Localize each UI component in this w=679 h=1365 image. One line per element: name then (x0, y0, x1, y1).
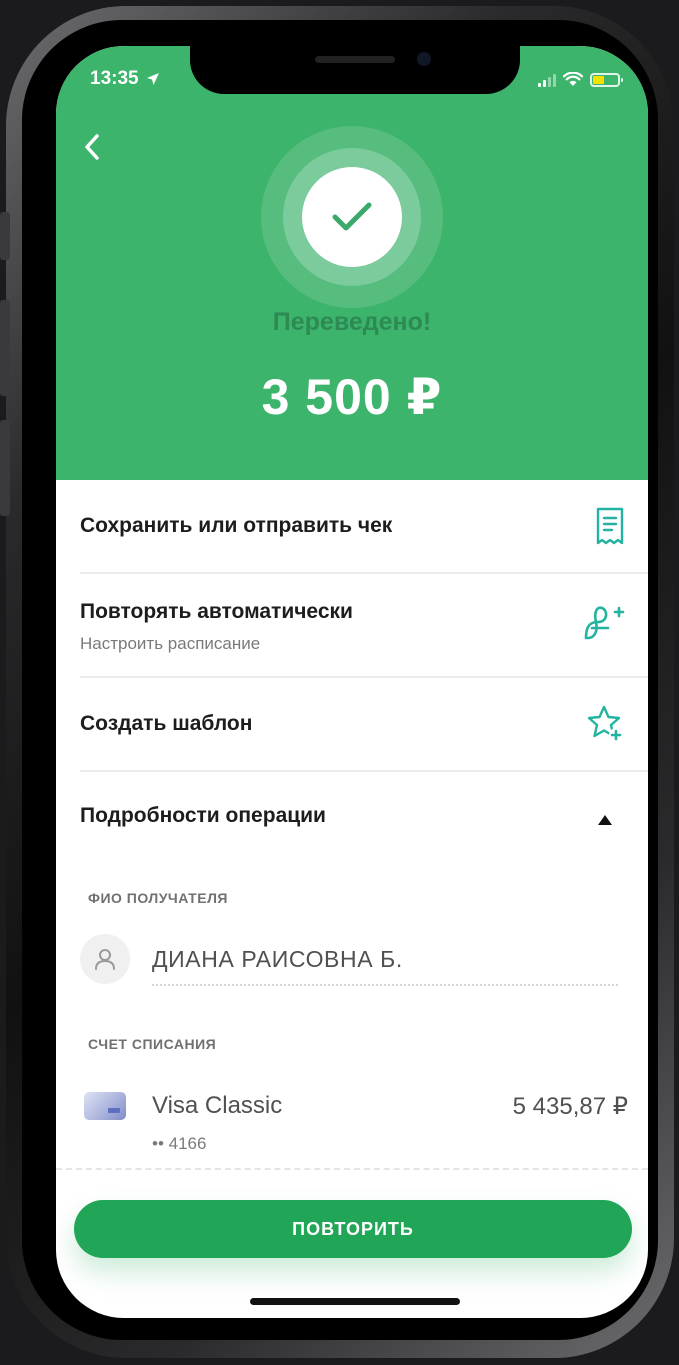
side-button-volume-up (0, 300, 10, 396)
create-template-row[interactable]: Создать шаблон (80, 678, 648, 772)
star-plus-icon (586, 704, 626, 749)
triangle-up-icon (598, 815, 612, 825)
wifi-icon (563, 72, 583, 86)
card-number: •• 4166 (152, 1134, 207, 1153)
recipient-divider (152, 984, 618, 986)
status-time: 13:35 (90, 68, 160, 90)
action-title: Сохранить или отправить чек (80, 514, 393, 537)
battery-level-fill (593, 75, 604, 84)
success-badge-ring (283, 148, 421, 286)
chevron-left-icon (85, 134, 99, 160)
back-button[interactable] (78, 132, 108, 162)
notch-speaker (315, 56, 395, 63)
save-or-send-receipt-row[interactable]: Сохранить или отправить чек (80, 480, 648, 574)
success-badge (261, 126, 443, 308)
action-title: Повторять автоматически (80, 600, 353, 623)
cellular-signal-icon (538, 73, 556, 87)
status-indicators (538, 72, 623, 87)
app-screen: 13:35 Переведено! 3 500 ₽ Сохранить или … (56, 46, 648, 1318)
details-bottom-divider (56, 1168, 648, 1170)
transfer-amount: 3 500 ₽ (261, 369, 443, 425)
repeat-transfer-button[interactable]: ПОВТОРИТЬ (74, 1200, 632, 1258)
device-notch (190, 46, 520, 94)
debit-account-label: СЧЕТ СПИСАНИЯ (88, 1036, 217, 1052)
success-badge-core (302, 167, 402, 267)
recipient-avatar (80, 934, 130, 984)
bank-card-icon (84, 1092, 126, 1120)
side-button-volume-down (0, 420, 10, 516)
recipient-name: ДИАНА РАИСОВНА Б. (152, 946, 403, 972)
repeat-automatically-row[interactable]: Повторять автоматически Настроить распис… (80, 574, 648, 678)
transfer-status-title: Переведено! (272, 308, 432, 336)
card-name: Visa Classic (152, 1092, 283, 1119)
action-subtitle: Настроить расписание (80, 634, 261, 653)
recipient-label: ФИО ПОЛУЧАТЕЛЯ (88, 890, 228, 906)
details-collapse-toggle[interactable] (598, 812, 612, 830)
location-arrow-icon (146, 72, 159, 85)
receipt-icon (594, 506, 626, 551)
card-balance: 5 435,87 ₽ (512, 1093, 628, 1120)
success-header: 13:35 Переведено! 3 500 ₽ (56, 46, 648, 480)
card-icon-stripe (108, 1108, 120, 1113)
home-indicator[interactable] (250, 1298, 460, 1305)
side-button-silent (0, 212, 10, 260)
battery-icon (590, 72, 623, 87)
notch-camera (417, 52, 431, 66)
schedule-repeat-icon (582, 602, 626, 647)
person-icon (95, 949, 115, 970)
operation-details-title[interactable]: Подробности операции (80, 804, 326, 828)
action-title: Создать шаблон (80, 712, 253, 735)
checkmark-icon (332, 202, 372, 231)
